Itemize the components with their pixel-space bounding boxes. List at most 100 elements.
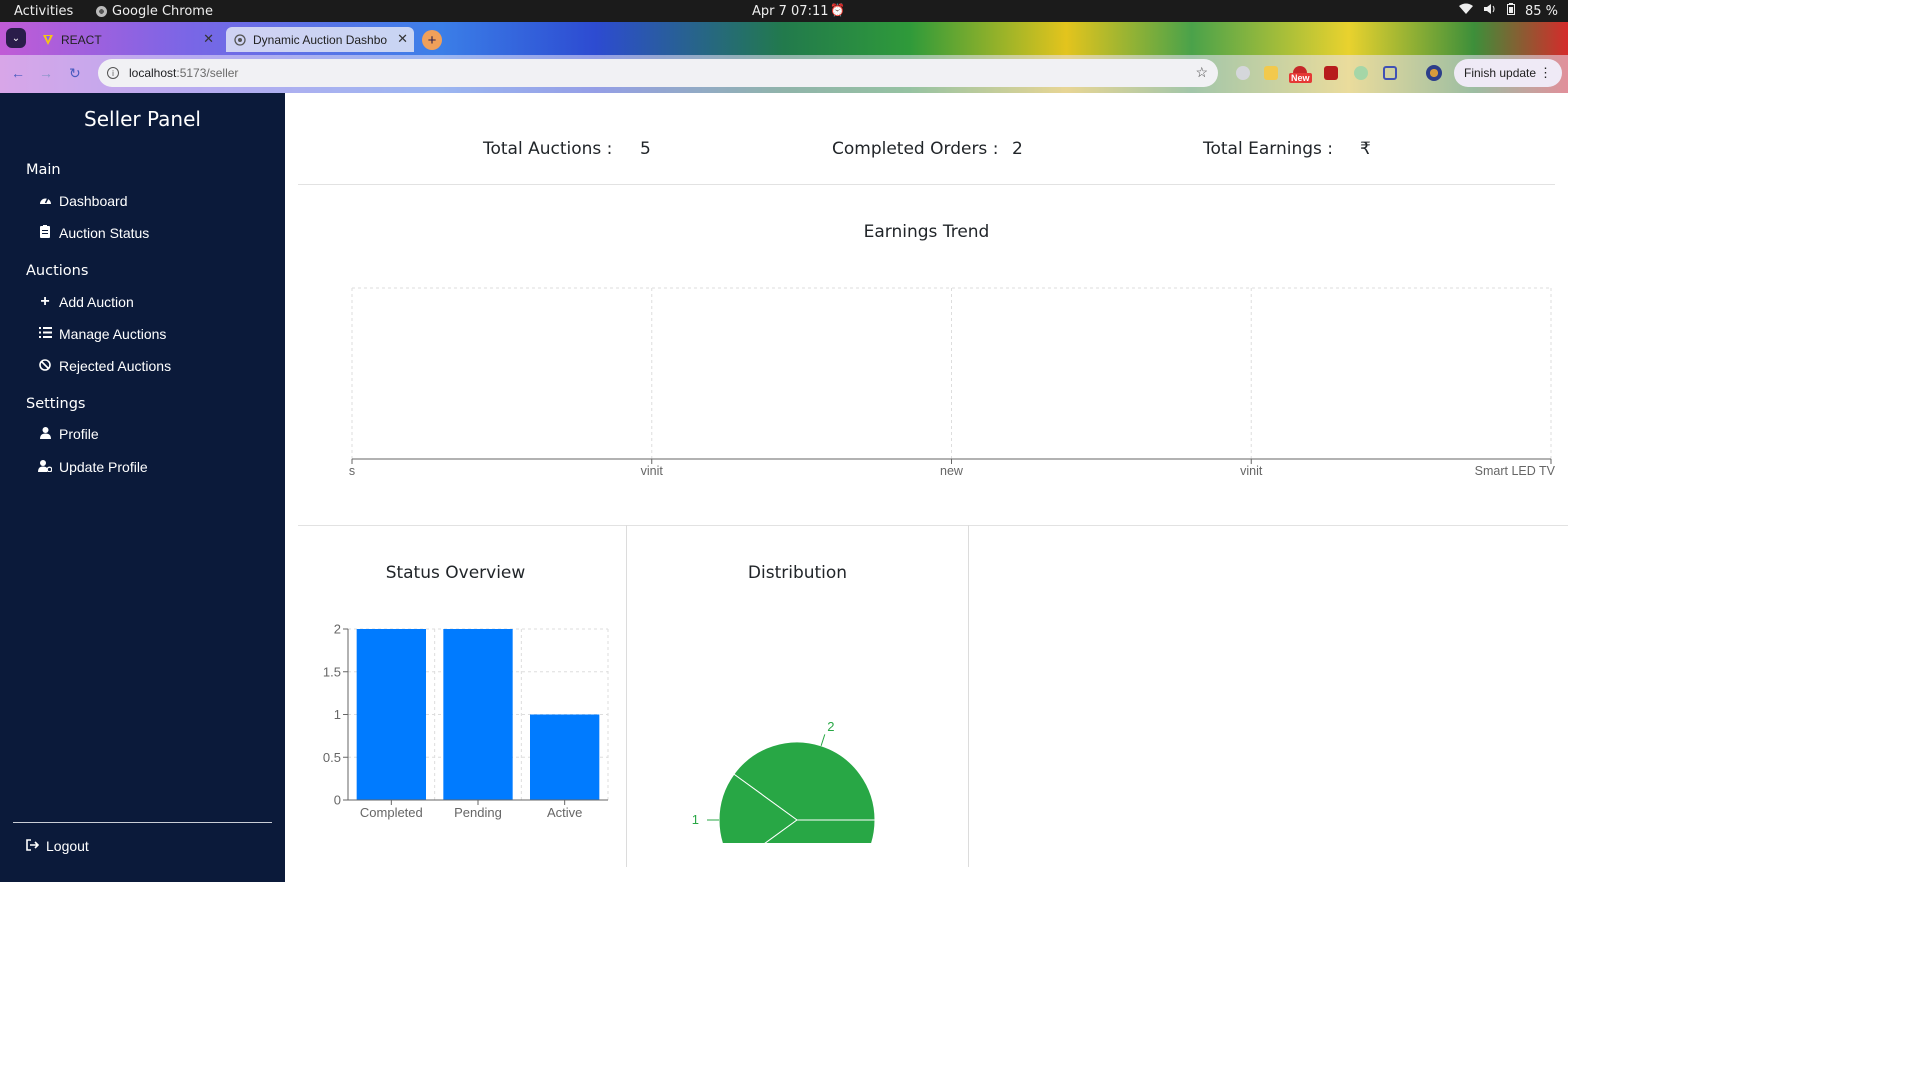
address-bar[interactable]: i localhost:5173/seller ☆ (98, 59, 1218, 87)
gauge-icon (38, 194, 52, 208)
system-tray[interactable]: 85 % (1458, 3, 1558, 19)
status-overview-chart: Completed Pending Active 0 0.5 1 1.5 2 (323, 622, 609, 820)
stat-label: Total Auctions : (483, 139, 613, 159)
vite-logo-icon (42, 34, 54, 46)
sidebar-brand: Seller Panel (84, 107, 201, 131)
sidebar-item-label: Update Profile (59, 459, 148, 475)
tab-dynamic-auction[interactable]: Dynamic Auction Dashbo ✕ (226, 27, 414, 52)
battery-icon (1506, 3, 1515, 19)
y-tick-label: 1 (334, 707, 341, 722)
reload-icon[interactable]: ↻ (69, 65, 81, 82)
wifi-icon (1458, 3, 1473, 19)
section-main: Main (26, 162, 61, 178)
stat-completed-orders: Completed Orders : 2 (832, 139, 1023, 159)
section-auctions: Auctions (26, 263, 89, 279)
y-tick-label: 0 (334, 793, 341, 808)
url-text: localhost:5173/seller (129, 66, 238, 80)
sidebar-item-rejected-auctions[interactable]: Rejected Auctions (38, 358, 171, 374)
battery-level: 85 % (1524, 3, 1558, 19)
sidebar-item-manage-auctions[interactable]: Manage Auctions (38, 326, 166, 342)
distribution-title: Distribution (747, 563, 848, 583)
section-settings: Settings (26, 396, 86, 412)
forward-arrow-icon[interactable]: → (39, 65, 53, 81)
sidebar-item-label: Dashboard (59, 193, 128, 209)
bar-active (530, 714, 600, 800)
back-arrow-icon[interactable]: ← (11, 65, 25, 81)
dashboard-main: Total Auctions : 5 Completed Orders : 2 … (285, 93, 1568, 882)
url-path: :5173/seller (176, 66, 239, 80)
list-icon (38, 327, 52, 341)
extension-shield-icon[interactable] (1324, 66, 1338, 80)
new-badge: New (1289, 73, 1312, 83)
tab-title: Dynamic Auction Dashbo (253, 32, 388, 47)
close-tab-icon[interactable]: ✕ (203, 31, 214, 47)
plus-icon: + (427, 31, 437, 49)
pie-label: 2 (827, 719, 834, 734)
browser-toolbar: ← → ↻ i localhost:5173/seller ☆ New Fini… (0, 55, 1568, 93)
sidebar-item-label: Auction Status (59, 225, 150, 241)
sidebar-item-auction-status[interactable]: Auction Status (38, 225, 149, 241)
y-tick-label: 0.5 (323, 750, 341, 765)
seller-sidebar: Seller Panel Main Dashboard Auction Stat… (0, 93, 285, 882)
stats-divider (298, 184, 1555, 185)
sign-out-icon (26, 838, 40, 854)
extensions-puzzle-icon[interactable] (1383, 66, 1397, 80)
sidebar-item-add-auction[interactable]: + Add Auction (38, 293, 134, 311)
sidebar-divider (13, 822, 272, 823)
tab-search-button[interactable]: ⌄ (6, 28, 26, 48)
logout-label: Logout (46, 838, 89, 854)
activities-button[interactable]: Activities (14, 4, 73, 19)
kebab-menu-icon[interactable]: ⋮ (1539, 65, 1552, 81)
extension-leaf-icon[interactable] (1354, 66, 1368, 80)
plus-icon: + (40, 293, 50, 310)
sidebar-item-dashboard[interactable]: Dashboard (38, 193, 128, 209)
pie-label: 1 (692, 812, 699, 827)
stat-total-earnings: Total Earnings : ₹ (1203, 139, 1371, 159)
x-tick-label: vinit (641, 464, 664, 478)
extension-bookmark-icon[interactable] (1264, 66, 1278, 80)
x-tick-label: Pending (454, 805, 502, 820)
x-tick-label: new (940, 464, 964, 478)
x-tick-label: Smart LED TV (1475, 464, 1556, 478)
sidebar-item-profile[interactable]: Profile (38, 426, 99, 442)
tab-title: REACT (61, 32, 102, 47)
stat-label: Completed Orders : (832, 139, 999, 159)
extension-compass-icon[interactable] (1236, 66, 1250, 80)
stat-value: ₹ (1360, 139, 1371, 159)
status-overview-title: Status Overview (385, 563, 526, 583)
browser-chrome: ⌄ REACT ✕ Dynamic Auction Dashbo ✕ + ← →… (0, 22, 1568, 93)
profile-avatar-icon[interactable] (1426, 65, 1442, 81)
clipboard-icon (38, 225, 52, 241)
chrome-icon (96, 6, 107, 17)
new-tab-button[interactable]: + (422, 30, 442, 50)
os-top-bar: Activities Google Chrome Apr 7 07:11 ⏰ 8… (0, 0, 1568, 22)
user-gear-icon (38, 459, 53, 475)
sidebar-item-label: Add Auction (59, 294, 134, 310)
finish-update-label: Finish update (1464, 66, 1537, 80)
active-app-name: Google Chrome (112, 4, 213, 19)
chevron-down-icon: ⌄ (11, 32, 21, 44)
tab-react[interactable]: REACT ✕ (34, 27, 220, 52)
bar-completed (356, 629, 426, 800)
distribution-chart: 212 (692, 719, 876, 843)
volume-icon (1483, 3, 1497, 19)
finish-update-button[interactable]: Finish update ⋮ (1454, 59, 1562, 87)
close-tab-icon[interactable]: ✕ (397, 31, 408, 47)
active-app-indicator[interactable]: Google Chrome (96, 4, 213, 19)
system-clock[interactable]: Apr 7 07:11 (752, 4, 829, 19)
site-info-icon[interactable]: i (107, 67, 119, 79)
pie-label-line (820, 734, 826, 746)
panel-divider (968, 525, 969, 867)
earnings-trend-chart: s vinit new vinit Smart LED TV (349, 287, 1556, 478)
globe-icon (234, 33, 246, 46)
user-icon (38, 426, 52, 442)
url-host: localhost (129, 66, 177, 80)
sidebar-item-label: Rejected Auctions (59, 358, 172, 374)
sidebar-item-label: Manage Auctions (59, 326, 167, 342)
logout-button[interactable]: Logout (26, 838, 89, 854)
sidebar-item-update-profile[interactable]: Update Profile (38, 459, 148, 475)
bar-pending (443, 629, 513, 800)
bookmark-star-icon[interactable]: ☆ (1195, 64, 1208, 81)
stat-value: 5 (640, 139, 651, 159)
x-tick-label: s (349, 464, 355, 478)
